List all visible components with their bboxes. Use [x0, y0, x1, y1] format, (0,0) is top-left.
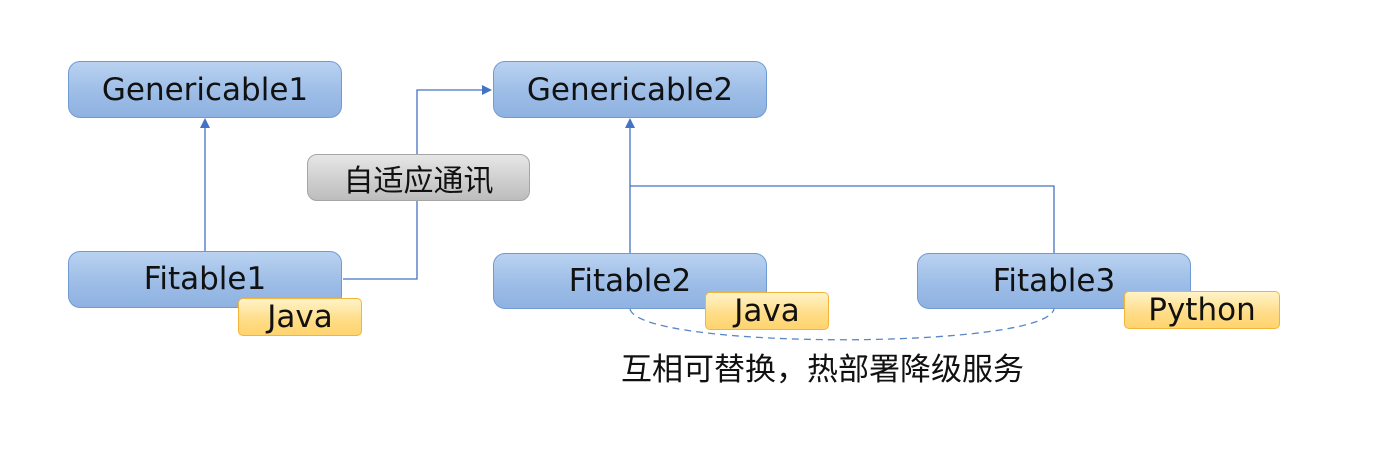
genericable2-label: Genericable2 [526, 71, 734, 108]
fitable2-language-text: Java [734, 293, 800, 329]
genericable2-node: Genericable2 [493, 61, 767, 118]
fitable1-language-tag: Java [238, 298, 362, 336]
diagram-canvas: Genericable1 Genericable2 Fitable1 Fitab… [0, 0, 1376, 462]
genericable1-node: Genericable1 [68, 61, 342, 118]
genericable1-label: Genericable1 [101, 71, 309, 108]
fitable3-label: Fitable3 [992, 263, 1116, 299]
interchangeable-caption: 互相可替换，热部署降级服务 [621, 352, 1024, 388]
edge-label-text: 自适应通讯 [343, 163, 494, 199]
connector-fitable3-to-genericable2 [630, 185, 1055, 253]
fitable2-language-tag: Java [705, 292, 829, 330]
fitable3-language-text: Python [1148, 292, 1256, 328]
fitable1-label: Fitable1 [143, 260, 267, 297]
edge-label-adaptive-communication: 自适应通讯 [307, 154, 530, 201]
fitable2-label: Fitable2 [568, 263, 692, 299]
fitable1-language-text: Java [267, 299, 333, 335]
dashed-arc-fitable2-fitable3 [629, 308, 1055, 341]
fitable3-language-tag: Python [1124, 291, 1280, 329]
